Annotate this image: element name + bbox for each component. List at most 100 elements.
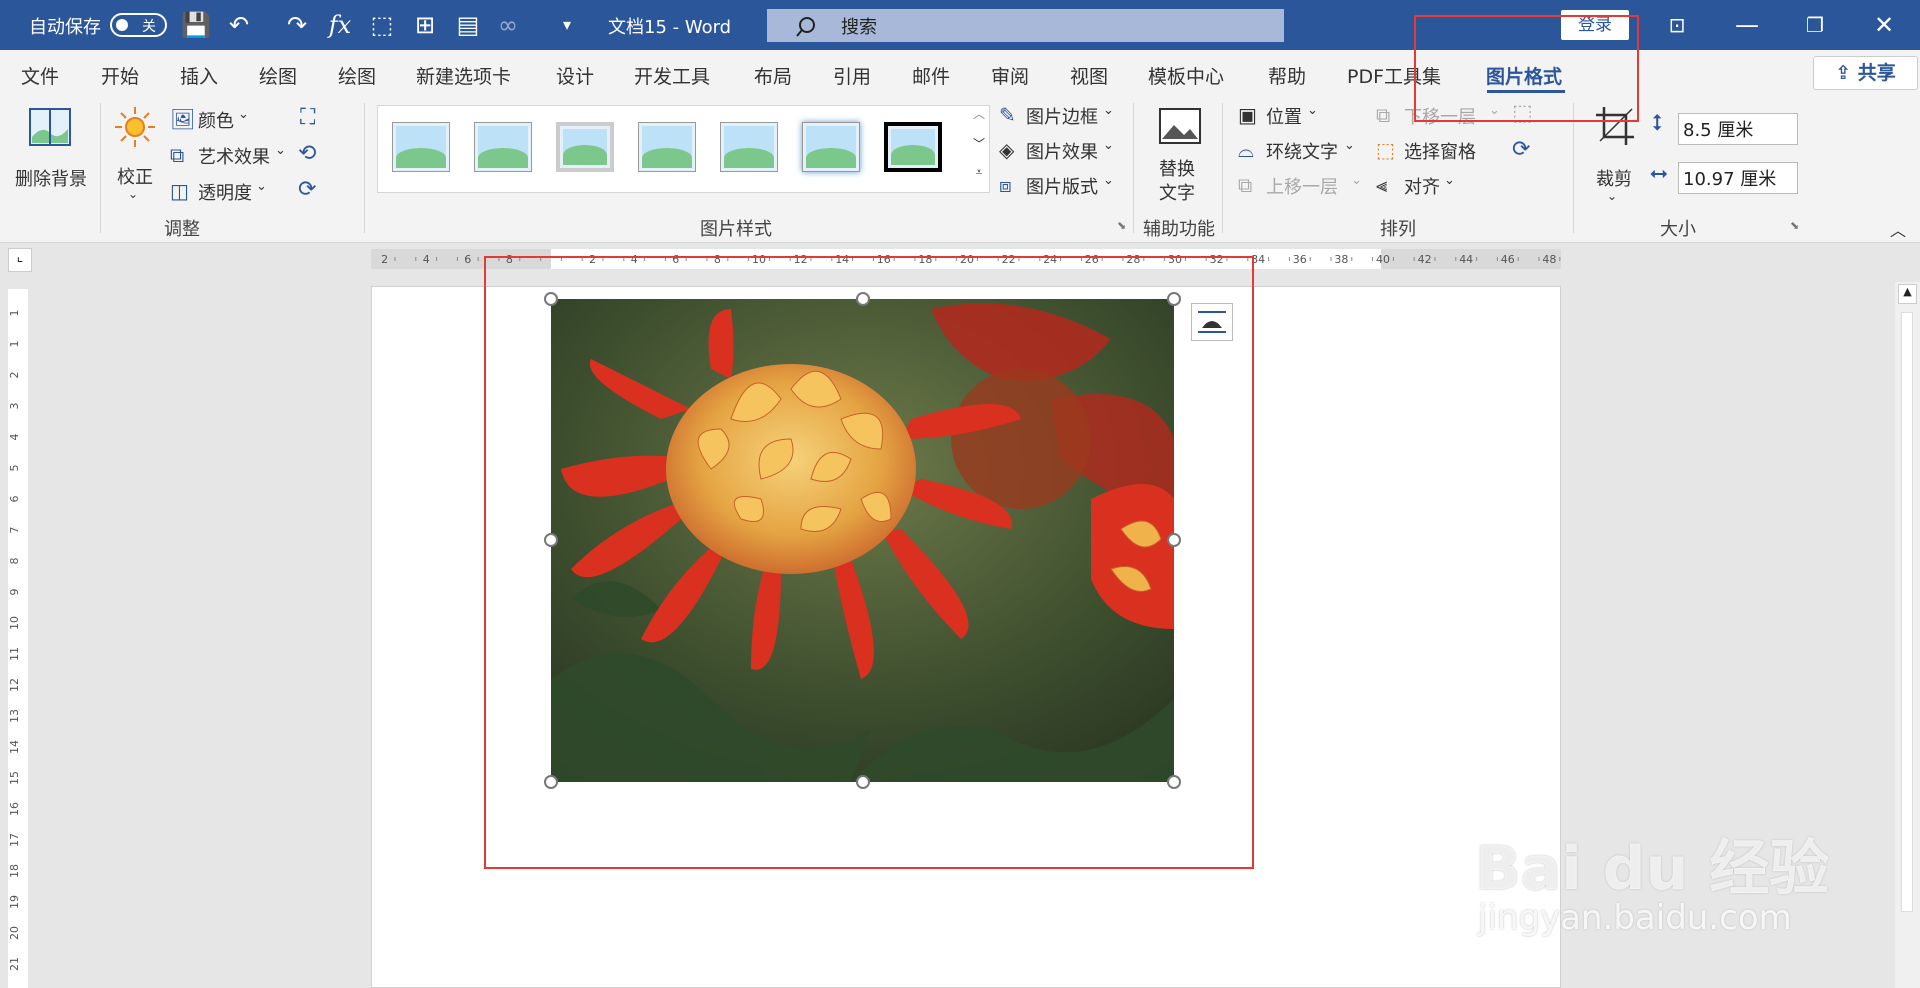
ruler-label: 5 <box>8 465 21 472</box>
vertical-scrollbar[interactable]: ▲ <box>1895 282 1920 988</box>
selection-pane-button[interactable]: ⬚ 选择窗格 <box>1376 138 1501 164</box>
picture-style-3[interactable] <box>556 122 614 172</box>
undo-icon[interactable]: ↶ <box>224 10 254 40</box>
position-button[interactable]: ▣ 位置 ⌄ <box>1238 103 1323 129</box>
restore-icon[interactable]: ❐ <box>1800 10 1830 40</box>
wrap-text-button[interactable]: ⌓ 环绕文字 ⌄ <box>1238 138 1358 164</box>
change-picture-icon[interactable]: ⟲ <box>298 141 316 166</box>
tab-draw-2[interactable]: 绘图 <box>338 62 376 89</box>
picture-style-6[interactable] <box>802 122 860 172</box>
group-accessibility-label: 辅助功能 <box>1143 219 1215 240</box>
gallery-scroll-down[interactable]: ﹀ <box>968 135 990 163</box>
search-icon <box>796 17 815 37</box>
redo-icon[interactable]: ↷ <box>282 10 312 40</box>
ruler-label: 4 <box>423 253 430 266</box>
dialog-launcher-icon[interactable]: ⬊ <box>1790 219 1799 232</box>
transparency-button[interactable]: ◫ 透明度 ⌄ <box>168 179 278 205</box>
minimize-icon[interactable]: — <box>1732 10 1762 40</box>
select-icon[interactable]: ⬚ <box>367 10 397 40</box>
tab-help[interactable]: 帮助 <box>1268 62 1306 89</box>
chevron-down-icon: ⌄ <box>1344 138 1355 153</box>
tab-home[interactable]: 开始 <box>101 62 139 89</box>
picture-style-7[interactable] <box>884 122 942 172</box>
ruler-label: 42 <box>1418 253 1432 266</box>
picture-effects-label: 图片效果 <box>1026 142 1098 163</box>
ruler-label: 6 <box>8 496 21 503</box>
rotate-icon[interactable]: ⟳ <box>1512 137 1530 162</box>
close-icon[interactable]: ✕ <box>1869 10 1899 40</box>
tab-references[interactable]: 引用 <box>833 62 871 89</box>
tab-mailings[interactable]: 邮件 <box>912 62 950 89</box>
width-field[interactable]: 10.97 厘米 <box>1678 162 1798 194</box>
gallery-more[interactable]: ⩡ <box>968 165 990 193</box>
chevron-down-icon: ⌄ <box>256 179 267 194</box>
color-label: 颜色 <box>198 111 234 132</box>
bring-forward-icon: ⧉ <box>1238 173 1253 197</box>
chevron-down-icon: ⌄ <box>1103 138 1114 153</box>
dialog-launcher-icon[interactable]: ⬊ <box>1117 219 1126 232</box>
scroll-thumb[interactable] <box>1901 312 1913 912</box>
ruler-label: 6 <box>464 253 471 266</box>
picture-style-5[interactable] <box>720 122 778 172</box>
alt-text-label-1: 替换 <box>1159 159 1195 180</box>
tab-insert[interactable]: 插入 <box>180 62 218 89</box>
picture-style-2[interactable] <box>474 122 532 172</box>
picture-border-label: 图片边框 <box>1026 107 1098 128</box>
ribbon-display-icon[interactable]: ⊡ <box>1662 10 1692 40</box>
artistic-effects-button[interactable]: ⧉ 艺术效果 ⌄ <box>168 143 288 169</box>
reset-picture-icon[interactable]: ⟳ <box>298 177 316 202</box>
tab-design[interactable]: 设计 <box>556 62 594 89</box>
group-styles-label: 图片样式 <box>700 219 772 240</box>
ruler-label: 3 <box>8 403 21 410</box>
function-icon[interactable]: fx <box>325 10 355 40</box>
picture-layout-button[interactable]: ⧈ 图片版式 ⌄ <box>999 173 1119 199</box>
vertical-ruler[interactable]: 112345678910111213141516171819202122 <box>8 289 28 988</box>
collapse-ribbon-icon[interactable]: ︿ <box>1890 217 1906 241</box>
autosave-toggle[interactable]: 关 <box>110 13 167 37</box>
ruler-label: 40 <box>1376 253 1390 266</box>
tab-review[interactable]: 审阅 <box>991 62 1029 89</box>
ruler-label: 36 <box>1293 253 1307 266</box>
save-icon[interactable]: 💾 <box>181 10 211 40</box>
corrections-button[interactable]: 校正 ⌄ <box>108 105 163 205</box>
search-placeholder: 搜索 <box>841 17 877 38</box>
picture-style-4[interactable] <box>638 122 696 172</box>
crop-label: 裁剪 <box>1596 169 1632 190</box>
share-icon: ⇪ <box>1835 62 1858 84</box>
tab-file[interactable]: 文件 <box>21 62 59 89</box>
align-button[interactable]: ⫷ 对齐 ⌄ <box>1376 173 1466 199</box>
chevron-down-icon: ⌄ <box>1351 173 1362 188</box>
alt-text-icon <box>1159 108 1201 144</box>
tab-view[interactable]: 视图 <box>1070 62 1108 89</box>
tab-developer[interactable]: 开发工具 <box>634 62 710 89</box>
transparency-icon: ◫ <box>170 179 189 203</box>
ruler-label: 7 <box>8 527 21 534</box>
compress-pictures-icon[interactable]: ⛶ <box>300 105 315 130</box>
tab-selector[interactable]: ⌞ <box>8 248 32 272</box>
smartart-icon[interactable]: ⊞ <box>410 10 440 40</box>
ruler-label: 12 <box>8 678 21 692</box>
remove-background-button[interactable]: 删除背景 <box>10 105 90 205</box>
color-button[interactable]: 🖼 颜色 ⌄ <box>168 107 258 133</box>
ruler-label: 17 <box>8 833 21 847</box>
tab-layout[interactable]: 布局 <box>754 62 792 89</box>
share-label: 共享 <box>1857 62 1896 84</box>
tab-draw[interactable]: 绘图 <box>259 62 297 89</box>
share-button[interactable]: ⇪ 共享 <box>1813 56 1918 90</box>
remove-background-label: 删除背景 <box>15 169 87 190</box>
separator <box>1573 103 1574 233</box>
transparency-label: 透明度 <box>198 183 252 204</box>
scroll-up-icon[interactable]: ▲ <box>1898 284 1917 304</box>
tab-new-tab[interactable]: 新建选项卡 <box>416 62 511 89</box>
tab-template-center[interactable]: 模板中心 <box>1148 62 1224 89</box>
customize-icon[interactable]: ▾ <box>552 10 582 40</box>
height-field[interactable]: 8.5 厘米 <box>1678 113 1798 145</box>
picture-effects-button[interactable]: ◈ 图片效果 ⌄ <box>999 138 1119 164</box>
bring-forward-button[interactable]: ⧉ 上移一层 ⌄ <box>1238 173 1362 199</box>
alt-text-button[interactable]: 替换 文字 <box>1150 107 1210 207</box>
gallery-scroll-up[interactable]: ︿ <box>968 105 990 133</box>
document-icon[interactable]: ▤ <box>453 10 483 40</box>
picture-border-button[interactable]: ✎ 图片边框 ⌄ <box>999 103 1119 129</box>
search-box[interactable]: 搜索 <box>767 9 1284 42</box>
picture-style-1[interactable] <box>392 122 450 172</box>
